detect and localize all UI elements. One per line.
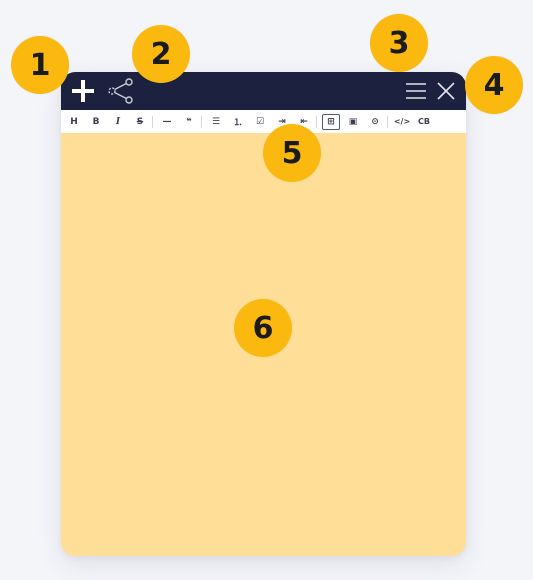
code-button[interactable]: </> (391, 113, 413, 131)
italic-button[interactable]: I (107, 113, 129, 131)
toolbar-divider (152, 115, 153, 128)
callout-badge-6: 6 (234, 299, 292, 357)
code-block-button[interactable]: CB (413, 113, 435, 131)
share-button[interactable] (105, 72, 135, 110)
menu-button[interactable] (402, 72, 430, 110)
toolbar-divider (316, 115, 317, 128)
close-button[interactable] (432, 72, 460, 110)
plus-icon (72, 80, 94, 102)
callout-badge-1: 1 (11, 36, 69, 94)
strikethrough-button[interactable]: S (129, 113, 151, 131)
quote-button[interactable]: ❝ (178, 113, 200, 131)
share-icon (108, 78, 133, 104)
table-button[interactable]: ⊞ (322, 113, 340, 130)
image-button[interactable]: ▣ (342, 113, 364, 131)
toolbar-divider (201, 115, 202, 128)
horizontal-rule-button[interactable]: — (156, 113, 178, 131)
heading-button[interactable]: H (63, 113, 85, 131)
task-list-button[interactable]: ☑ (249, 113, 271, 131)
callout-badge-2: 2 (132, 25, 190, 83)
toolbar-divider (387, 115, 388, 128)
callout-badge-3: 3 (370, 14, 428, 72)
add-note-button[interactable] (69, 72, 97, 110)
callout-badge-4: 4 (465, 56, 523, 114)
callout-badge-5: 5 (263, 124, 321, 182)
close-icon (437, 82, 455, 100)
format-toolbar: H B I S — ❝ ☰ ⒈ ☑ ⇥ ⇤ ⊞ ▣ ⊝ </> CB (61, 110, 466, 133)
numbered-list-button[interactable]: ⒈ (227, 113, 249, 131)
link-button[interactable]: ⊝ (364, 113, 386, 131)
title-bar (61, 72, 466, 110)
hamburger-menu-icon (406, 83, 426, 99)
bold-button[interactable]: B (85, 113, 107, 131)
bullet-list-button[interactable]: ☰ (205, 113, 227, 131)
